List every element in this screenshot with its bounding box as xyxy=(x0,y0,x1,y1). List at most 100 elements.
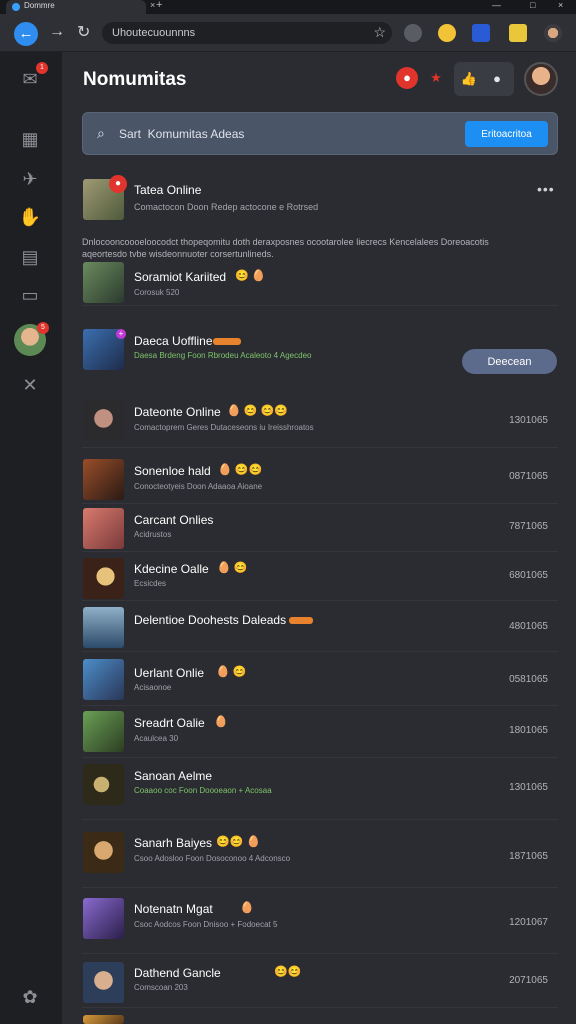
community-subtitle: Csoo Adosloo Foon Dosoconoo 4 Adconsco xyxy=(134,854,291,863)
reload-icon[interactable]: ↻ xyxy=(77,22,90,42)
chart-icon[interactable]: ▤ xyxy=(15,242,45,272)
member-count: 0871065 xyxy=(509,471,548,482)
member-count: 0581065 xyxy=(509,674,548,685)
emoji-extension-icon[interactable] xyxy=(438,24,456,42)
notes-extension-icon[interactable] xyxy=(509,24,527,42)
community-avatar xyxy=(83,962,124,1003)
address-bar[interactable]: Uhoutecuounnns ☆ xyxy=(102,22,392,44)
chat-bubble-icon[interactable]: ● xyxy=(486,68,508,90)
community-avatar xyxy=(83,262,124,303)
community-avatar xyxy=(83,659,124,700)
featured-name[interactable]: Tatea Online xyxy=(134,183,201,197)
browser-tab[interactable]: Dommre xyxy=(6,0,146,14)
community-subtitle: Acisaonoe xyxy=(134,683,172,692)
settings-icon[interactable]: ✿ xyxy=(15,982,45,1012)
community-subtitle: Acaulcea 30 xyxy=(134,734,179,743)
list-item[interactable]: Uerlant Onlie 🥚 😊 Acisaonoe 0581065 xyxy=(82,656,558,706)
community-name: Dateonte Online xyxy=(134,405,221,419)
emoji-reactions: 🥚 😊 😊😊 xyxy=(227,405,288,417)
community-name: Sreadrt Oalie xyxy=(134,716,205,730)
status-tag xyxy=(289,617,313,624)
community-name: Kdecine Oalle xyxy=(134,562,209,576)
minimize-icon[interactable]: — xyxy=(492,0,501,10)
list-item[interactable]: Soramiot Kariited 😊 🥚 Corosuk 520 xyxy=(82,256,558,306)
emoji-reactions: 🥚 😊😊 xyxy=(218,464,263,476)
community-avatar xyxy=(83,898,124,939)
list-item[interactable]: Notenatn Mgat 🥚 Csoc Aodcos Foon Dnisoo … xyxy=(82,892,558,954)
list-item[interactable]: Carcant Onlies Acidrustos 7871065 xyxy=(82,506,558,552)
community-avatar xyxy=(83,764,124,805)
member-count: 1871065 xyxy=(509,851,548,862)
list-item[interactable]: Sanarh Baiyes 😊😊 🥚 Csoo Adosloo Foon Dos… xyxy=(82,826,558,888)
back-arrow-icon[interactable]: ← xyxy=(14,22,38,46)
list-item[interactable]: Dathend Gancle 😊😊 Comscoan 203 2071065 xyxy=(82,958,558,1008)
community-subtitle: Comscoan 203 xyxy=(134,983,188,992)
community-subtitle: Corosuk 520 xyxy=(134,288,180,297)
pin-icon[interactable]: ✈ xyxy=(15,164,45,194)
list-item[interactable]: Sanoan Aelme Coaaoo coc Foon Doooeaon + … xyxy=(82,760,558,820)
community-name: Daeca Uoffline xyxy=(134,334,213,348)
alert-icon[interactable]: ● xyxy=(396,67,418,89)
more-options-icon[interactable]: ••• xyxy=(537,181,555,197)
featured-subtitle: Comactocon Doon Redep actocone e Rotrsed xyxy=(134,202,319,212)
url-text[interactable]: Uhoutecuounnns xyxy=(112,27,195,39)
star-icon[interactable]: ★ xyxy=(425,67,447,89)
maximize-icon[interactable]: □ xyxy=(530,0,535,10)
member-count: 7871065 xyxy=(509,521,548,532)
community-name: Soramiot Kariited xyxy=(134,270,227,284)
community-avatar xyxy=(83,607,124,648)
community-avatar[interactable]: 5 xyxy=(14,322,49,356)
community-avatar xyxy=(83,508,124,549)
user-avatar[interactable] xyxy=(524,62,558,96)
list-item[interactable]: Sreadrt Oalie 🥚 Acaulcea 30 1801065 xyxy=(82,708,558,758)
emoji-reactions: 🥚 😊 xyxy=(216,666,247,678)
close-icon[interactable]: ✕ xyxy=(15,370,45,400)
left-sidebar: ✉ 1 ▦ ✈ ✋ ▤ ▭ 5 ✕ ✿ xyxy=(0,52,62,1024)
member-count: 4801065 xyxy=(509,621,548,632)
community-name: Carcant Onlies xyxy=(134,513,214,527)
tab-title: Dommre xyxy=(24,1,55,10)
close-window-icon[interactable]: × xyxy=(558,0,563,10)
community-name: Sonenloe hald xyxy=(134,464,211,478)
folder-icon[interactable]: ▭ xyxy=(15,280,45,310)
new-tab-icon[interactable]: + xyxy=(156,0,162,11)
profile-avatar[interactable] xyxy=(544,24,562,42)
bookmark-star-icon[interactable]: ☆ xyxy=(373,24,386,41)
shield-extension-icon[interactable] xyxy=(472,24,490,42)
list-item[interactable]: + Daeca Uoffline Daesa Brdeng Foon Rbrod… xyxy=(82,318,558,392)
member-count: 2071065 xyxy=(509,975,548,986)
community-name: Uerlant Onlie xyxy=(134,666,205,680)
list-item[interactable] xyxy=(82,1012,558,1024)
extension-icon[interactable] xyxy=(404,24,422,42)
page-title: Nomumitas xyxy=(83,69,187,90)
forward-arrow-icon[interactable]: → xyxy=(49,23,65,41)
hand-icon[interactable]: ✋ xyxy=(15,202,45,232)
community-avatar xyxy=(83,400,124,441)
community-avatar xyxy=(83,832,124,873)
emoji-reactions: 😊😊 xyxy=(274,966,302,978)
community-name: Notenatn Mgat xyxy=(134,902,213,916)
avatar-badge: 5 xyxy=(37,322,49,334)
list-item[interactable]: Dateonte Online 🥚 😊 😊😊 Comactoprem Geres… xyxy=(82,398,558,448)
browser-toolbar: ← → ↻ Uhoutecuounnns ☆ xyxy=(0,14,576,52)
list-item[interactable]: Delentioe Doohests Daleads 4801065 xyxy=(82,604,558,652)
thumbs-up-icon[interactable]: 👍 xyxy=(458,68,480,90)
decline-button[interactable]: Deecean xyxy=(462,349,557,374)
list-item[interactable]: Sonenloe hald 🥚 😊😊 Conocteotyeis Doon Ad… xyxy=(82,458,558,504)
search-icon: ⌕ xyxy=(97,125,105,141)
reaction-button-group: 👍 ● xyxy=(454,62,514,96)
community-subtitle: Conocteotyeis Doon Adaaoa Aioane xyxy=(134,482,263,491)
list-item[interactable]: Kdecine Oalle 🥚 😊 Ecsicdes 6801065 xyxy=(82,555,558,601)
calendar-icon[interactable]: ▦ xyxy=(15,124,45,154)
community-avatar xyxy=(83,711,124,752)
community-subtitle: Daesa Brdeng Foon Rbrodeu Acaleoto 4 Age… xyxy=(134,351,312,360)
notification-badge: 1 xyxy=(36,62,48,74)
community-subtitle: Acidrustos xyxy=(134,530,172,539)
community-name: Delentioe Doohests Daleads xyxy=(134,613,287,627)
search-button[interactable]: Eritoacritoa xyxy=(465,121,548,147)
featured-live-badge: ● xyxy=(109,175,127,193)
search-input[interactable] xyxy=(119,124,439,144)
inbox-icon[interactable]: ✉ 1 xyxy=(15,62,48,94)
community-subtitle: Ecsicdes xyxy=(134,579,167,588)
tab-close-icon[interactable]: × xyxy=(150,0,155,10)
